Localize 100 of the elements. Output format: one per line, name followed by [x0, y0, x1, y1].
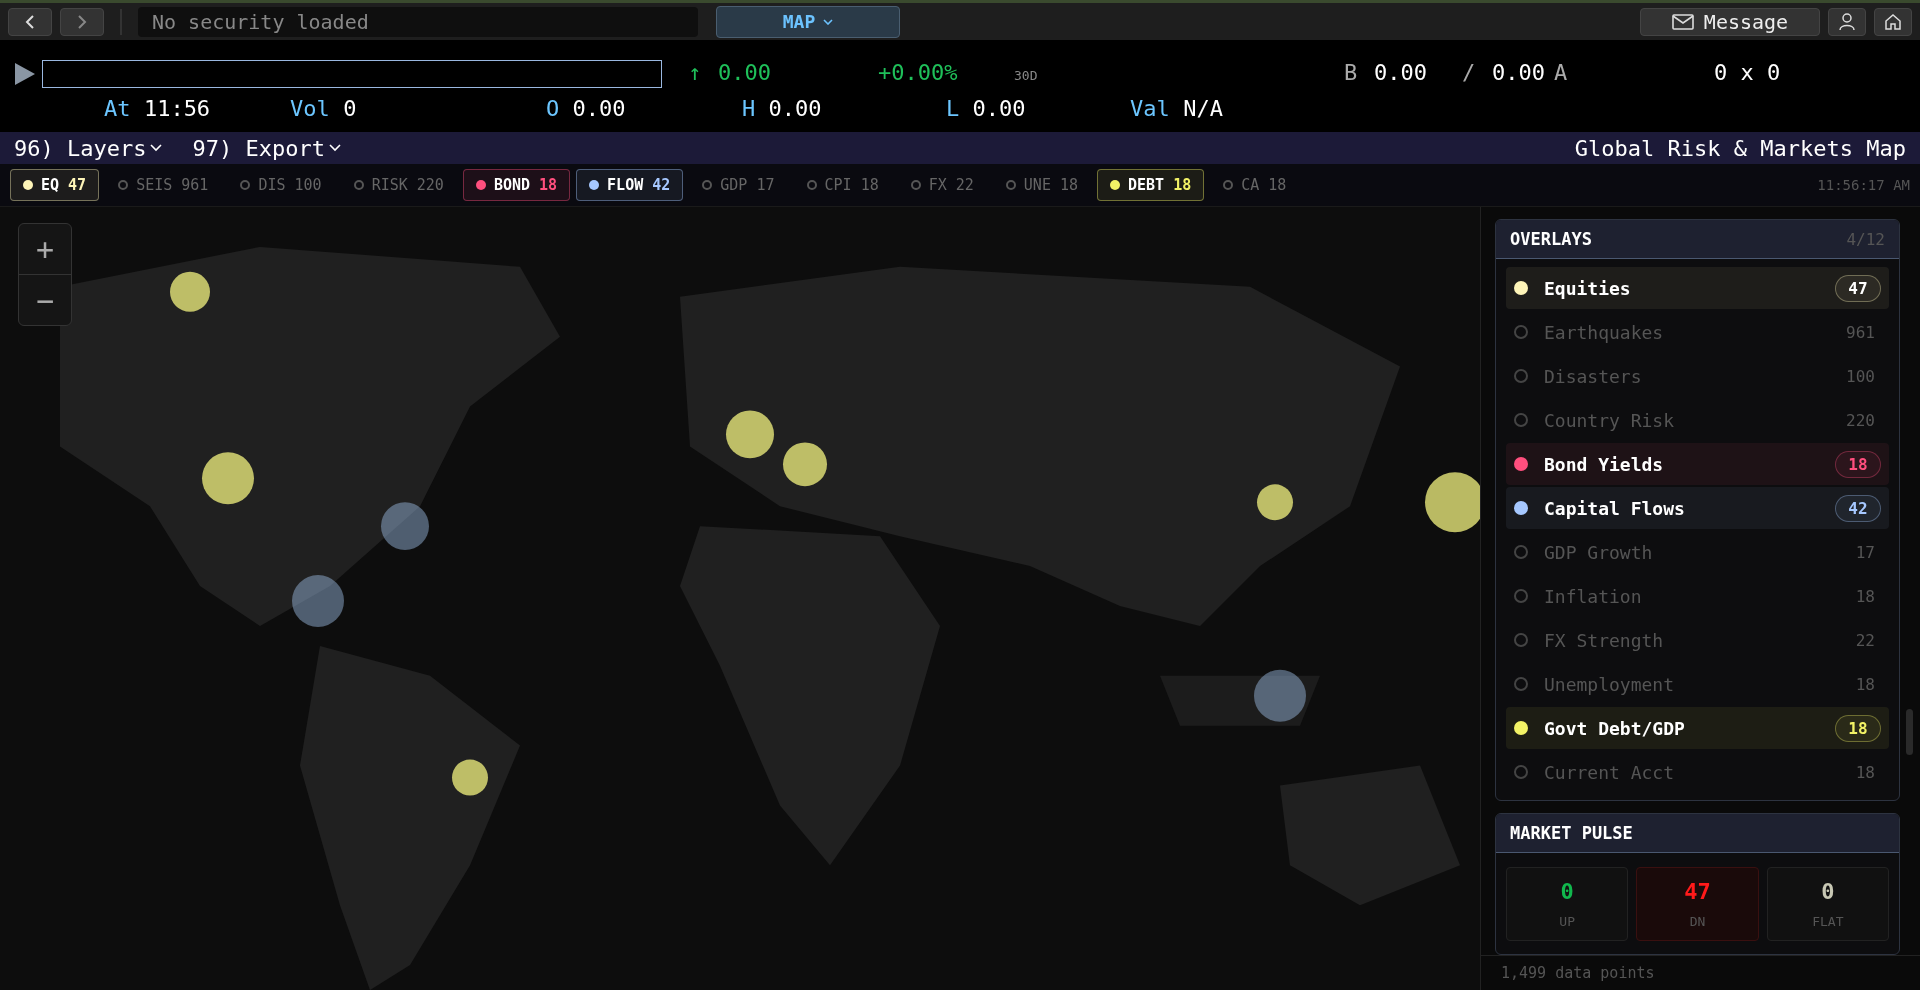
stat-label: UP [1559, 913, 1575, 929]
mode-dropdown[interactable]: MAP [716, 5, 900, 38]
status-dot [1514, 677, 1528, 691]
field-label: O [546, 96, 560, 121]
map-title: Global Risk & Markets Map [1574, 135, 1906, 161]
layer-chip[interactable]: CPI 18 [793, 169, 892, 201]
layer-chip[interactable]: CA 18 [1210, 169, 1300, 201]
field-label: Vol [290, 96, 330, 121]
stat-label: FLAT [1812, 913, 1844, 929]
overlay-item[interactable]: Unemployment 18 [1506, 663, 1889, 705]
layer-chip[interactable]: BOND 18 [462, 169, 571, 201]
status-dot [1005, 180, 1016, 190]
field-value: 11:56 [143, 96, 211, 121]
overlay-label: Equities [1544, 277, 1632, 299]
stat-value: 47 [1684, 878, 1711, 904]
bid-price: 0.00 [1374, 60, 1427, 85]
overlay-label: Unemployment [1544, 673, 1676, 695]
status-dot [1223, 180, 1234, 190]
change-arrow: ↑ [688, 60, 702, 85]
count-label: 18 [1854, 762, 1876, 782]
change-percent: +0.00% [878, 60, 958, 85]
status-dot [702, 180, 713, 190]
zoom-in-button[interactable]: + [19, 224, 71, 274]
envelope-icon [1671, 13, 1694, 30]
layer-chip[interactable]: RISK 220 [340, 169, 457, 201]
status-dot [1514, 633, 1528, 647]
overlay-label: GDP Growth [1544, 541, 1654, 563]
overlay-item[interactable]: Country Risk 220 [1506, 399, 1889, 441]
field-label: H [742, 96, 756, 121]
layer-chip[interactable]: SEIS 961 [105, 169, 222, 201]
overlay-item[interactable]: Inflation 18 [1506, 575, 1889, 617]
status-dot [353, 180, 364, 190]
bid-label: B [1344, 60, 1358, 85]
overlay-label: Bond Yields [1544, 453, 1665, 475]
caret-icon [823, 18, 834, 25]
ask-price: 0.00 [1492, 60, 1545, 85]
layer-chip[interactable]: DIS 100 [227, 169, 335, 201]
message-button[interactable]: Message [1640, 7, 1820, 36]
count-badge: 42 [1835, 494, 1881, 522]
overlay-label: Earthquakes [1544, 321, 1665, 343]
overlay-item[interactable]: Equities 47 [1506, 267, 1889, 309]
layer-chip[interactable]: EQ 47 [10, 169, 100, 201]
overlay-label: Inflation [1544, 585, 1643, 607]
user-icon [1839, 12, 1855, 31]
layer-chip[interactable]: DEBT 18 [1097, 169, 1205, 201]
play-icon[interactable] [14, 62, 36, 86]
count-label: 100 [1845, 366, 1876, 386]
layer-chip[interactable]: UNE 18 [992, 169, 1092, 201]
field-value: N/A [1183, 96, 1223, 121]
home-icon [1884, 12, 1902, 31]
overlay-item[interactable]: Disasters 100 [1506, 355, 1889, 397]
status-dot [1514, 589, 1528, 603]
overlay-label: FX Strength [1544, 629, 1665, 651]
stat-label: DN [1689, 913, 1706, 929]
overlay-label: Current Acct [1544, 761, 1676, 783]
layer-chip[interactable]: FLOW 42 [576, 169, 684, 201]
home-button[interactable] [1874, 7, 1912, 36]
overlay-item[interactable]: Govt Debt/GDP 18 [1506, 707, 1889, 749]
count-badge: 18 [1835, 714, 1881, 742]
status-dot [240, 180, 251, 190]
overlay-item[interactable]: Current Acct 18 [1506, 751, 1889, 793]
field-value: 0.00 [572, 96, 626, 121]
command-input[interactable] [42, 60, 662, 88]
field-value: 0.00 [768, 96, 822, 121]
status-dot [1514, 325, 1528, 339]
zoom-out-button[interactable]: − [19, 274, 71, 325]
count-label: 17 [1854, 542, 1876, 562]
count-label: 18 [1854, 586, 1876, 606]
bid-ask-separator: / [1462, 60, 1476, 85]
forward-button[interactable] [60, 7, 104, 36]
panel-title: MARKET PULSE [1510, 822, 1633, 843]
status-dot [1514, 765, 1528, 779]
overlay-item[interactable]: Capital Flows 42 [1506, 487, 1889, 529]
layer-chip[interactable]: FX 22 [897, 169, 987, 201]
menu-button[interactable]: 96) Layers [14, 135, 163, 161]
count-badge: 47 [1835, 274, 1881, 302]
overlay-item[interactable]: Earthquakes 961 [1506, 311, 1889, 353]
back-button[interactable] [8, 7, 52, 36]
user-button[interactable] [1828, 7, 1866, 36]
overlay-label: Govt Debt/GDP [1544, 717, 1686, 739]
count-label: 22 [1854, 630, 1876, 650]
overlay-item[interactable]: Bond Yields 18 [1506, 443, 1889, 485]
status-dot [1514, 413, 1528, 427]
stat-value: 0 [1560, 878, 1574, 904]
overlay-label: Country Risk [1544, 409, 1676, 431]
overlay-label: Capital Flows [1544, 497, 1686, 519]
status-dot [806, 180, 817, 190]
panel-title: OVERLAYS [1510, 229, 1592, 249]
layer-chip[interactable]: GDP 17 [689, 169, 788, 201]
status-dot [910, 180, 921, 190]
data-point-count: 1,499 data points [1481, 955, 1920, 990]
overlay-item[interactable]: FX Strength 22 [1506, 619, 1889, 661]
security-field[interactable]: No security loaded [138, 6, 698, 37]
menu-button[interactable]: 97) Export [192, 135, 341, 161]
field-label: Val [1130, 96, 1170, 121]
chevron-left-icon [25, 14, 35, 29]
field-label: At [104, 96, 131, 121]
overlay-item[interactable]: GDP Growth 17 [1506, 531, 1889, 573]
caret-icon [150, 144, 163, 152]
status-dot [118, 180, 129, 190]
